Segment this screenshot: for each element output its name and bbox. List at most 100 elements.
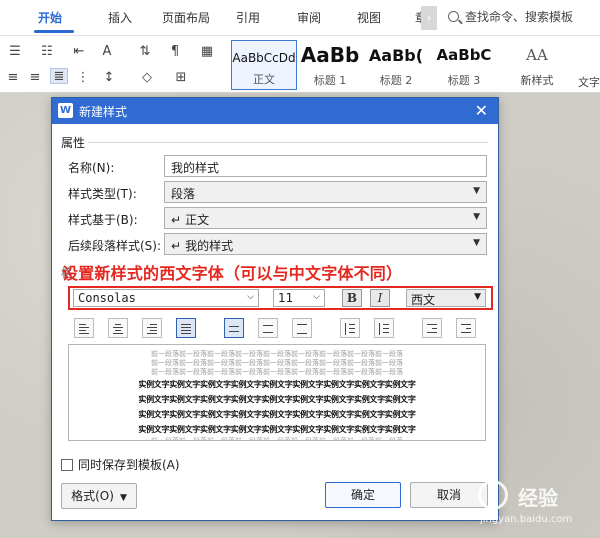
font-name-value: Consolas [78,291,136,305]
format-button[interactable]: 格式(O) ▼ [61,483,137,509]
style-card-heading-1[interactable]: AaBb 标题 1 [299,40,361,90]
style-card-heading-2[interactable]: AaBb( 标题 2 [363,40,429,90]
save-to-template-checkbox[interactable]: 同时保存到模板(A) [61,456,180,473]
justify-button[interactable] [176,318,196,338]
style-type-select[interactable]: 段落 ▼ [164,181,487,203]
watermark-text: 经验 [518,486,558,510]
tab-scroll-right-button[interactable]: › [421,6,437,30]
tab-review[interactable]: 审阅 [297,9,321,26]
dropdown-arrow-icon: ▼ [473,186,480,196]
dialog-title: 新建样式 [79,105,128,119]
preview-prev-paragraph: 前一段落前一段落前一段落前一段落前一段落前一段落前一段落前一段落前一段落 [151,350,403,358]
preview-sample-text: 实例文字实例文字实例文字实例文字实例文字实例文字实例文字实例文字实例文字 [138,410,416,419]
divider [88,142,488,143]
western-font-select[interactable]: Consolas ⌵ [73,289,259,307]
font-row-highlight: Consolas ⌵ 11 ⌵ B I 西文 ▼ [68,286,493,310]
based-on-value: 正文 [185,213,210,227]
single-spacing-button[interactable] [224,318,244,338]
style-preview: AaBbC [436,46,492,64]
align-center-button[interactable] [108,318,128,338]
preview-sample-text: 实例文字实例文字实例文字实例文字实例文字实例文字实例文字实例文字实例文字 [138,395,416,404]
chevron-down-icon: ⌵ [247,292,254,302]
new-style-icon: AA [526,46,548,64]
name-label: 名称(N): [68,161,115,175]
script-value: 西文 [411,293,436,307]
increase-indent-button[interactable] [456,318,476,338]
borders-icon[interactable]: ⊞ [172,70,190,86]
preview-sample-text: 实例文字实例文字实例文字实例文字实例文字实例文字实例文字实例文字实例文字 [138,380,416,389]
increase-spacing-before-button[interactable] [340,318,360,338]
next-style-value: 我的样式 [185,239,234,253]
style-preview: AaBb [300,43,360,67]
dialog-titlebar: W 新建样式 ✕ [52,98,498,124]
font-size-select[interactable]: 11 ⌵ [273,289,325,307]
new-style-label: 新样式 [520,74,554,87]
style-preview: AaBbCcDd [232,51,296,65]
paragraph-mark-icon: ↵ [171,239,182,253]
style-preview-box: 前一段落前一段落前一段落前一段落前一段落前一段落前一段落前一段落前一段落 前一段… [68,344,486,441]
dropdown-arrow-icon: ▼ [473,212,480,222]
preview-prev-paragraph: 前一段落前一段落前一段落前一段落前一段落前一段落前一段落前一段落前一段落 [151,368,403,376]
decrease-spacing-before-button[interactable] [374,318,394,338]
format-button-label: 格式(O) [71,489,114,503]
based-on-label: 样式基于(B): [68,213,138,227]
shading-icon[interactable]: ◇ [138,70,156,86]
table-icon[interactable]: ▦ [198,44,216,60]
ok-button-label: 确定 [350,488,375,502]
dropdown-arrow-icon: ▼ [473,238,480,248]
align-right-icon[interactable]: ≡ [26,70,44,86]
active-tab-indicator [34,30,74,33]
script-select[interactable]: 西文 ▼ [406,289,486,307]
style-label: 标题 2 [379,74,413,87]
tab-references[interactable]: 引用 [236,9,260,26]
italic-button[interactable]: I [370,289,390,307]
wps-app-icon: W [58,103,73,118]
decrease-indent-button[interactable] [422,318,442,338]
show-marks-icon[interactable]: ¶ [166,44,184,60]
distribute-icon[interactable]: ⋮ [74,70,92,86]
section-properties: 属性 [61,136,86,150]
one-half-spacing-button[interactable] [258,318,278,338]
style-type-label: 样式类型(T): [68,187,137,201]
font-size-value: 11 [278,291,294,305]
align-right-button[interactable] [142,318,162,338]
checkbox-icon [61,459,73,471]
command-search[interactable]: 查找命令、搜索模板 [448,8,573,25]
sort-icon[interactable]: ⇅ [136,44,154,60]
numbered-list-icon[interactable]: ☷ [38,44,56,60]
name-input[interactable]: 我的样式 [164,155,487,177]
outdent-icon[interactable]: ⇤ [70,44,88,60]
double-spacing-button[interactable] [292,318,312,338]
watermark-url: jingyan.baidu.com [480,514,573,525]
tab-home[interactable]: 开始 [38,9,62,26]
bullet-list-icon[interactable]: ☰ [6,44,24,60]
ok-button[interactable]: 确定 [325,482,401,508]
align-left-icon[interactable]: ≡ [4,70,22,86]
style-label: 标题 3 [447,74,481,87]
tab-view[interactable]: 视图 [357,9,381,26]
preview-next-paragraph: 前一段落前一段落前一段落前一段落前一段落前一段落前一段落前一段落前一段落 [151,437,403,441]
style-label: 标题 1 [313,74,347,87]
close-icon[interactable]: ✕ [475,101,488,120]
next-style-select[interactable]: ↵ 我的样式 ▼ [164,233,487,255]
align-left-button[interactable] [74,318,94,338]
style-type-value: 段落 [171,187,196,201]
bold-button[interactable]: B [342,289,362,307]
tab-insert[interactable]: 插入 [108,9,132,26]
style-card-body[interactable]: AaBbCcDd 正文 [231,40,297,90]
text-tool-label[interactable]: 文字 [578,74,600,90]
chinese-layout-icon[interactable]: A [98,44,116,60]
ribbon-tabs-bar: 开始 插入 页面布局 引用 审阅 视图 章 › 查找命令、搜索模板 [0,0,600,36]
style-label: 正文 [253,73,275,86]
name-input-value: 我的样式 [171,161,220,175]
paragraph-mark-icon: ↵ [171,213,182,227]
new-style-button[interactable]: AA 新样式 [515,40,559,90]
annotation-callout: 设置新样式的西文字体（可以与中文字体不同） [62,264,403,283]
style-card-heading-3[interactable]: AaBbC 标题 3 [431,40,497,90]
justify-icon[interactable]: ≣ [50,68,68,84]
line-spacing-icon[interactable]: ↕ [100,70,118,86]
search-placeholder: 查找命令、搜索模板 [465,10,574,24]
dropdown-arrow-icon: ▼ [474,292,481,302]
tab-page-layout[interactable]: 页面布局 [162,9,210,26]
based-on-select[interactable]: ↵ 正文 ▼ [164,207,487,229]
